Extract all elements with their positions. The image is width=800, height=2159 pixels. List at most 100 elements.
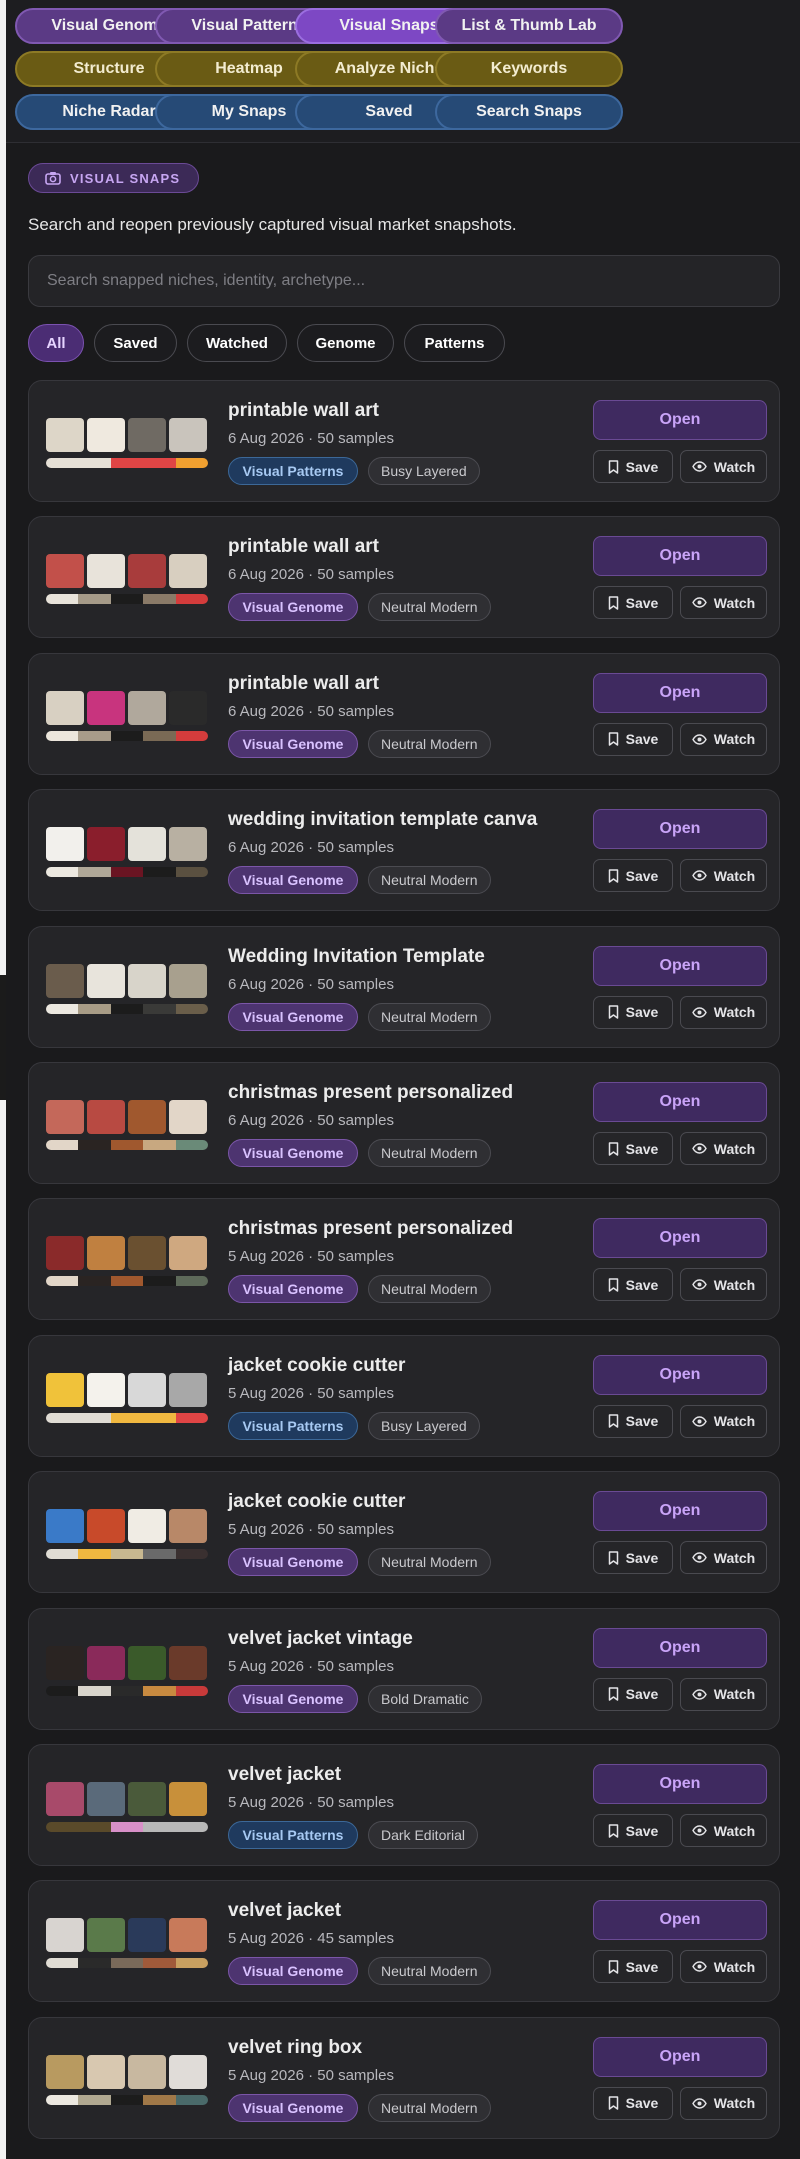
open-button[interactable]: Open (593, 536, 767, 577)
open-button[interactable]: Open (593, 1218, 767, 1259)
filter-genome[interactable]: Genome (297, 324, 394, 362)
palette-swatch (46, 594, 79, 605)
save-label: Save (625, 594, 659, 611)
palette-swatch (78, 730, 111, 741)
thumbnail (128, 554, 166, 589)
palette-swatch (175, 1822, 208, 1832)
open-button[interactable]: Open (593, 2036, 767, 2077)
thumbnail (87, 418, 125, 452)
nav-tab-keywords[interactable]: Keywords (435, 51, 623, 87)
watch-button[interactable]: Watch (680, 722, 767, 756)
watch-button[interactable]: Watch (680, 1404, 767, 1438)
open-button[interactable]: Open (593, 1082, 767, 1122)
filter-all[interactable]: All (28, 324, 84, 362)
open-button[interactable]: Open (593, 809, 767, 850)
thumbnail (128, 1236, 166, 1271)
save-button[interactable]: Save (593, 586, 673, 620)
snap-title: Wedding Invitation Template (228, 945, 485, 967)
thumbnail (46, 1645, 84, 1680)
color-palette-bar (46, 458, 208, 468)
source-chip: Visual Genome (228, 2093, 358, 2122)
thumbnail (87, 1509, 125, 1544)
palette-swatch (46, 1003, 79, 1014)
open-button[interactable]: Open (593, 672, 767, 713)
style-chip: Busy Layered (368, 1411, 480, 1440)
style-chip: Neutral Modern (368, 729, 491, 758)
source-chip: Visual Genome (228, 1684, 358, 1713)
open-button[interactable]: Open (593, 945, 767, 986)
open-button[interactable]: Open (593, 1764, 767, 1804)
thumbnail (46, 1372, 84, 1407)
section-badge-label: VISUAL SNAPS (70, 170, 181, 186)
save-button[interactable]: Save (593, 1268, 673, 1302)
nav-tab-list-and-thumb-lab[interactable]: List & Thumb Lab (435, 8, 623, 44)
watch-button[interactable]: Watch (680, 586, 767, 620)
source-chip: Visual Patterns (228, 1411, 358, 1440)
save-button[interactable]: Save (593, 1132, 673, 1165)
save-button[interactable]: Save (593, 2086, 673, 2120)
watch-button[interactable]: Watch (680, 995, 767, 1029)
open-button[interactable]: Open (593, 400, 767, 440)
palette-swatch (78, 1003, 111, 1014)
snap-title: jacket cookie cutter (228, 1354, 406, 1376)
thumbnail (46, 690, 84, 725)
thumbnail (46, 1236, 84, 1271)
save-button[interactable]: Save (593, 1677, 673, 1711)
bookmark-icon (608, 1278, 619, 1292)
watch-button[interactable]: Watch (680, 1132, 767, 1165)
watch-button[interactable]: Watch (680, 1814, 767, 1847)
save-button[interactable]: Save (593, 859, 673, 893)
watch-button[interactable]: Watch (680, 450, 767, 483)
palette-swatch (143, 2094, 176, 2105)
color-palette-bar (46, 1412, 208, 1423)
bookmark-icon (608, 2096, 619, 2111)
save-button[interactable]: Save (593, 1404, 673, 1438)
nav-tab-search-snaps[interactable]: Search Snaps (435, 94, 623, 130)
filter-patterns[interactable]: Patterns (404, 324, 505, 362)
snap-meta: 5 Aug 2026 · 45 samples (228, 1930, 394, 1948)
watch-button[interactable]: Watch (680, 1541, 767, 1575)
filter-watched[interactable]: Watched (187, 324, 287, 362)
palette-swatch (175, 867, 208, 878)
watch-label: Watch (713, 594, 756, 611)
save-button[interactable]: Save (593, 995, 673, 1029)
save-button[interactable]: Save (593, 1950, 673, 1984)
open-button[interactable]: Open (593, 1627, 767, 1668)
style-chip: Neutral Modern (368, 1957, 491, 1986)
watch-button[interactable]: Watch (680, 2086, 767, 2120)
save-button[interactable]: Save (593, 1541, 673, 1575)
snap-card: printable wall art 6 Aug 2026 · 50 sample… (28, 516, 780, 639)
color-palette-bar (46, 1822, 208, 1832)
save-button[interactable]: Save (593, 450, 673, 483)
style-chip: Bold Dramatic (368, 1684, 482, 1713)
search-input[interactable] (28, 255, 780, 307)
bookmark-icon (608, 868, 619, 883)
palette-swatch (110, 1958, 144, 1969)
watch-button[interactable]: Watch (680, 859, 767, 893)
style-chip: Busy Layered (368, 457, 480, 485)
watch-button[interactable]: Watch (680, 1950, 767, 1984)
save-button[interactable]: Save (593, 1814, 673, 1847)
visual-snaps-panel: Visual Genome Visual Patterns Visual Snaps… (6, 0, 800, 2159)
snap-card: velvet jacket 5 Aug 2026 · 45 samples Visu… (28, 1880, 780, 2003)
open-button[interactable]: Open (593, 1354, 767, 1395)
snap-meta: 6 Aug 2026 · 50 samples (228, 430, 394, 447)
snap-card: christmas present personalized 6 Aug 2026… (28, 1062, 780, 1184)
source-chip: Visual Genome (228, 593, 358, 622)
palette-swatch (175, 1958, 208, 1969)
thumbnail-strip (46, 418, 208, 452)
watch-button[interactable]: Watch (680, 1268, 767, 1302)
camera-icon (45, 171, 61, 185)
palette-swatch (110, 1685, 144, 1696)
save-label: Save (625, 1276, 659, 1293)
snap-card: printable wall art 6 Aug 2026 · 50 sample… (28, 652, 780, 775)
thumbnail-strip (46, 554, 208, 589)
save-label: Save (625, 1413, 659, 1430)
thumbnail (128, 1782, 166, 1816)
eye-icon (691, 461, 707, 472)
watch-button[interactable]: Watch (680, 1677, 767, 1711)
save-button[interactable]: Save (593, 722, 673, 756)
filter-saved[interactable]: Saved (94, 324, 177, 362)
open-button[interactable]: Open (593, 1491, 767, 1532)
open-button[interactable]: Open (593, 1900, 767, 1941)
